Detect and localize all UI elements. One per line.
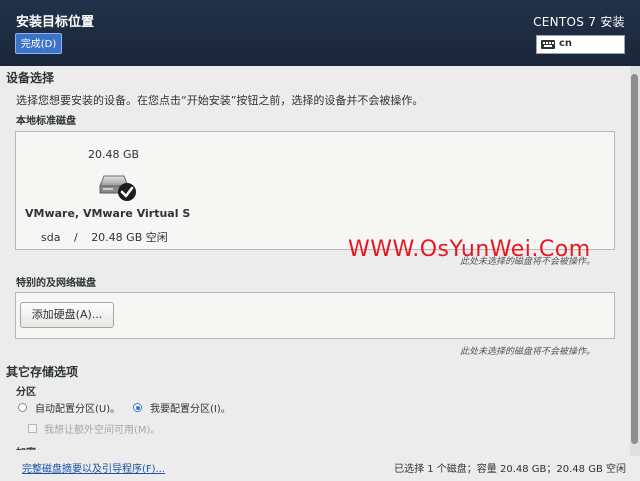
auto-partition-label[interactable]: 自动配置分区(U)。 bbox=[35, 400, 120, 415]
special-disks-note: 此处未选择的磁盘将不会被操作。 bbox=[460, 347, 596, 357]
full-disk-summary-link[interactable]: 完整磁盘摘要以及引导程序(F)... bbox=[22, 460, 165, 475]
disk-separator: / bbox=[73, 231, 78, 244]
manual-partition-label[interactable]: 我要配置分区(I)。 bbox=[150, 400, 231, 415]
keyboard-layout-label: cn bbox=[559, 38, 573, 49]
device-selection-description: 选择您想要安装的设备。在您点击“开始安装”按钮之前，选择的设备并不会被操作。 bbox=[16, 94, 424, 107]
footer-bar: 完整磁盘摘要以及引导程序(F)... 已选择 1 个磁盘；容量 20.48 GB… bbox=[0, 456, 640, 481]
selection-summary: 已选择 1 个磁盘；容量 20.48 GB；20.48 GB 空闲 bbox=[394, 464, 626, 475]
encryption-title: 加密 bbox=[16, 444, 36, 450]
scroll-thumb[interactable] bbox=[631, 74, 638, 444]
disk-details: sda / 20.48 GB 空闲 bbox=[41, 229, 168, 245]
header-bar: 安装目标位置 完成(D) CENTOS 7 安装 cn bbox=[0, 0, 640, 66]
local-disks-panel: 20.48 GB VMware, VMware Virtual S sda / bbox=[15, 131, 615, 250]
special-disks-title: 特别的及网络磁盘 bbox=[16, 278, 96, 289]
disk-tile-sda[interactable]: 20.48 GB VMware, VMware Virtual S sda / bbox=[25, 141, 205, 245]
auto-partition-radio[interactable] bbox=[18, 403, 27, 412]
disk-size: 20.48 GB bbox=[88, 148, 140, 161]
page-title: 安装目标位置 bbox=[16, 15, 95, 30]
add-disk-button[interactable]: 添加硬盘(A)... bbox=[20, 302, 114, 328]
extra-space-checkbox[interactable] bbox=[28, 424, 37, 433]
watermark-text: WWW.OsYunWei.Com bbox=[348, 237, 591, 262]
local-disks-title: 本地标准磁盘 bbox=[16, 116, 76, 127]
disk-device: sda bbox=[41, 231, 61, 244]
product-name: CENTOS 7 安装 bbox=[533, 15, 625, 29]
manual-partition-radio[interactable] bbox=[133, 403, 142, 412]
disk-name: VMware, VMware Virtual S bbox=[25, 207, 191, 220]
extra-space-label: 我想让额外空间可用(M)。 bbox=[44, 425, 161, 436]
device-selection-title: 设备选择 bbox=[6, 71, 55, 85]
hard-disk-selected-icon bbox=[99, 175, 136, 201]
keyboard-icon bbox=[541, 40, 555, 49]
disk-free: 20.48 GB 空闲 bbox=[91, 231, 168, 244]
vertical-scrollbar[interactable] bbox=[630, 66, 640, 456]
partitioning-title: 分区 bbox=[16, 387, 36, 398]
keyboard-layout-indicator[interactable]: cn bbox=[536, 35, 625, 54]
done-button[interactable]: 完成(D) bbox=[15, 33, 62, 54]
other-storage-title: 其它存储选项 bbox=[6, 365, 79, 379]
